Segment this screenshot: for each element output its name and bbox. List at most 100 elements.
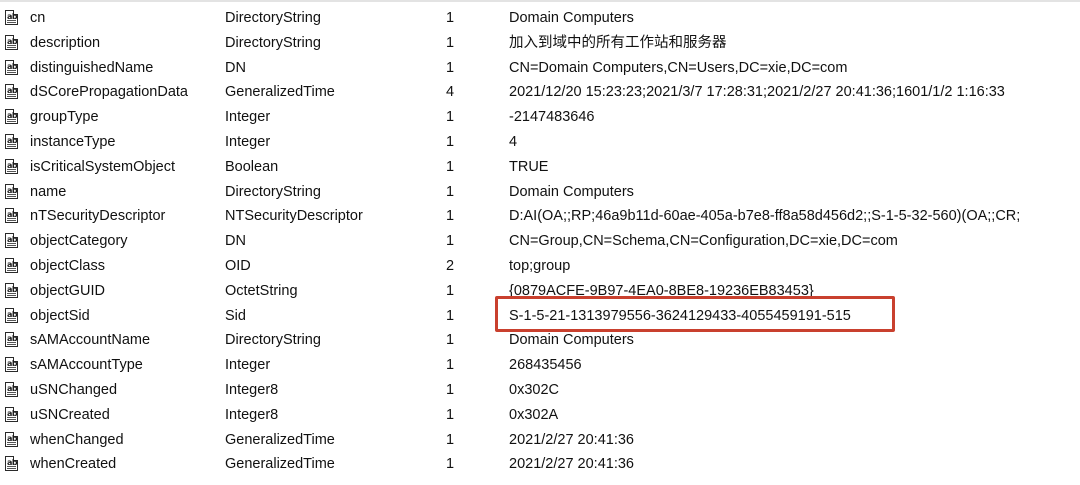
attribute-name: name (30, 183, 67, 200)
attribute-name: nTSecurityDescriptor (30, 208, 166, 225)
attribute-row-cn[interactable]: ab cn DirectoryString 1 Domain Computers (0, 6, 1080, 31)
attribute-count: 1 (446, 381, 455, 398)
attribute-row-nTSecurityDescriptor[interactable]: ab nTSecurityDescriptor NTSecurityDescript… (0, 204, 1080, 229)
attribute-value: TRUE (509, 158, 549, 175)
attribute-document-icon: ab (5, 133, 18, 149)
attribute-value: D:AI(OA;;RP;46a9b11d-60ae-405a-b7e8-ff8a… (509, 208, 1021, 225)
attribute-name: objectClass (30, 257, 105, 274)
attribute-count: 1 (446, 158, 455, 175)
attribute-value: Domain Computers (509, 183, 634, 200)
attribute-value: 2021/2/27 20:41:36 (509, 456, 634, 473)
attribute-count: 4 (446, 84, 455, 101)
attribute-row-distinguishedName[interactable]: ab distinguishedName DN 1 CN=Domain Computer… (0, 56, 1080, 81)
attribute-syntax: Sid (225, 307, 246, 324)
attribute-value: Domain Computers (509, 10, 634, 26)
attribute-syntax: DN (225, 233, 246, 250)
attribute-row-whenCreated[interactable]: ab whenCreated GeneralizedTime 1 2021/2/27 2… (0, 452, 1080, 477)
attribute-count: 1 (446, 233, 455, 250)
attribute-syntax: GeneralizedTime (225, 431, 335, 448)
attribute-name: objectGUID (30, 282, 105, 299)
attribute-count: 1 (446, 133, 455, 150)
attribute-name: cn (30, 10, 46, 26)
attribute-document-icon: ab (5, 456, 18, 472)
attribute-name: sAMAccountType (30, 357, 143, 374)
highlight-box (495, 296, 895, 332)
attribute-value: top;group (509, 257, 571, 274)
attribute-syntax: DirectoryString (225, 332, 321, 349)
attribute-document-icon: ab (5, 109, 18, 125)
attribute-syntax: Boolean (225, 158, 279, 175)
attribute-value: 4 (509, 133, 518, 150)
attribute-row-instanceType[interactable]: ab instanceType Integer 1 4 (0, 130, 1080, 155)
attribute-document-icon: ab (5, 406, 18, 422)
attribute-name: objectSid (30, 307, 90, 324)
attribute-count: 1 (446, 307, 455, 324)
attribute-name: whenChanged (30, 431, 124, 448)
attribute-name: sAMAccountName (30, 332, 151, 349)
attribute-row-isCriticalSystemObject[interactable]: ab isCriticalSystemObject Boolean 1 TRUE (0, 155, 1080, 180)
attribute-count: 1 (446, 282, 455, 299)
attribute-name: instanceType (30, 133, 116, 150)
attribute-count: 1 (446, 406, 455, 423)
attribute-value: 加入到域中的所有工作站和服务器 (509, 34, 727, 51)
attribute-syntax: DN (225, 59, 246, 76)
attribute-name: uSNChanged (30, 381, 118, 398)
attribute-value: Domain Computers (509, 332, 634, 349)
attribute-syntax: Integer8 (225, 381, 279, 398)
attribute-name: objectCategory (30, 233, 128, 250)
attribute-row-objectClass[interactable]: ab objectClass OID 2 top;group (0, 254, 1080, 279)
attribute-row-sAMAccountType[interactable]: ab sAMAccountType Integer 1 268435456 (0, 353, 1080, 378)
attribute-document-icon: ab (5, 257, 18, 273)
attribute-document-icon: ab (5, 10, 18, 25)
attribute-row-name[interactable]: ab name DirectoryString 1 Domain Computers (0, 180, 1080, 205)
attribute-name: isCriticalSystemObject (30, 158, 176, 175)
attribute-syntax: Integer8 (225, 406, 279, 423)
attribute-syntax: DirectoryString (225, 34, 321, 51)
attribute-value: 2021/12/20 15:23:23;2021/3/7 17:28:31;20… (509, 84, 1005, 101)
attribute-row-uSNChanged[interactable]: ab uSNChanged Integer8 1 0x302C (0, 378, 1080, 403)
attribute-count: 2 (446, 257, 455, 274)
attribute-count: 1 (446, 357, 455, 374)
attribute-value: 0x302C (509, 381, 559, 398)
attribute-row-description[interactable]: ab description DirectoryString 1 加入到域中的所有工作站… (0, 31, 1080, 56)
attribute-document-icon: ab (5, 431, 18, 447)
attribute-document-icon: ab (5, 183, 18, 199)
attribute-count: 1 (446, 332, 455, 349)
attribute-syntax: NTSecurityDescriptor (225, 208, 363, 225)
attribute-name: groupType (30, 109, 99, 126)
attribute-row-groupType[interactable]: ab groupType Integer 1 -2147483646 (0, 105, 1080, 130)
attribute-row-dSCorePropagationData[interactable]: ab dSCorePropagationData GeneralizedTime 4 2… (0, 80, 1080, 105)
attribute-syntax: GeneralizedTime (225, 456, 335, 473)
attribute-document-icon: ab (5, 34, 18, 50)
attribute-syntax: Integer (225, 357, 271, 374)
attribute-syntax: DirectoryString (225, 10, 321, 26)
attribute-syntax: Integer (225, 109, 271, 126)
attribute-document-icon: ab (5, 332, 18, 348)
attribute-count: 1 (446, 10, 455, 26)
attribute-row-sAMAccountName[interactable]: ab sAMAccountName DirectoryString 1 Domain C… (0, 328, 1080, 353)
attribute-list: ab cn DirectoryString 1 Domain Computers ab de… (0, 6, 1080, 477)
attribute-name: dSCorePropagationData (30, 84, 188, 101)
attribute-syntax: Integer (225, 133, 271, 150)
attribute-row-whenChanged[interactable]: ab whenChanged GeneralizedTime 1 2021/2/27 2… (0, 428, 1080, 453)
attribute-syntax: DirectoryString (225, 183, 321, 200)
attribute-count: 1 (446, 109, 455, 126)
attribute-document-icon: ab (5, 59, 18, 75)
attribute-name: uSNCreated (30, 406, 110, 423)
attribute-document-icon: ab (5, 381, 18, 397)
attribute-name: whenCreated (30, 456, 117, 473)
attribute-value: 2021/2/27 20:41:36 (509, 431, 634, 448)
attribute-document-icon: ab (5, 84, 18, 100)
attribute-value: 268435456 (509, 357, 582, 374)
attribute-row-uSNCreated[interactable]: ab uSNCreated Integer8 1 0x302A (0, 403, 1080, 428)
attribute-syntax: OctetString (225, 282, 298, 299)
attribute-value: -2147483646 (509, 109, 595, 126)
attribute-document-icon: ab (5, 208, 18, 224)
attribute-document-icon: ab (5, 233, 18, 249)
attribute-row-objectCategory[interactable]: ab objectCategory DN 1 CN=Group,CN=Schema,CN… (0, 229, 1080, 254)
attribute-document-icon: ab (5, 357, 18, 373)
attribute-count: 1 (446, 208, 455, 225)
column-header-edge (0, 0, 1080, 2)
attribute-syntax: GeneralizedTime (225, 84, 335, 101)
attribute-value: 0x302A (509, 406, 559, 423)
